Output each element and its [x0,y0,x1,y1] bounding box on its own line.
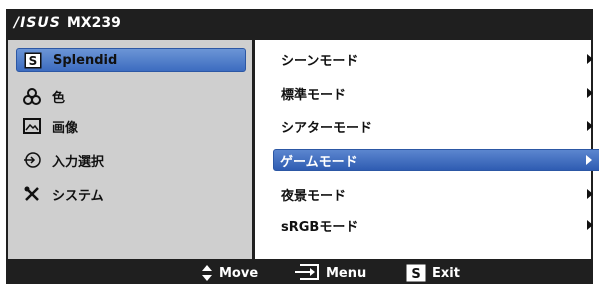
submenu-panel: シーンモード 標準モード シアターモード ゲームモード 夜景モード sRGBモー… [255,40,599,259]
image-icon [22,117,42,135]
asus-logo: /ISUS [14,15,61,31]
submenu-item-night-view-mode[interactable]: 夜景モード [275,183,599,205]
submenu-item-standard-mode[interactable]: 標準モード [275,82,599,104]
move-label: Move [219,265,259,281]
footer-bar: Move Menu S Exit [6,261,593,284]
up-down-arrow-icon [201,264,213,282]
svg-text:S: S [411,267,420,282]
submenu-item-theater-mode[interactable]: シアターモード [275,115,599,137]
system-tools-icon [22,185,42,203]
exit-hint: S Exit [406,264,460,282]
submenu-item-label: 標準モード [281,87,347,103]
color-icon [22,87,42,105]
arrow-right-icon [587,220,593,230]
arrow-right-icon [587,88,593,98]
menu-hint: Menu [294,264,366,282]
submenu-item-label: sRGBモード [281,219,359,235]
menu-item-label: 画像 [52,120,79,136]
menu-item-label: 色 [52,90,66,106]
enter-icon [294,264,320,282]
arrow-right-icon [587,121,593,131]
menu-item-label: 入力選択 [52,154,105,170]
menu-item-input-select[interactable]: 入力選択 [16,148,246,172]
submenu-item-game-mode[interactable]: ゲームモード [273,149,599,171]
menu-item-label: Splendid [53,52,118,68]
submenu-item-label: シーンモード [281,53,359,69]
menu-item-label: システム [52,188,104,204]
submenu-item-label: シアターモード [281,120,373,136]
svg-text:S: S [29,54,38,68]
arrow-right-icon [587,189,593,199]
arrow-right-icon [586,155,592,165]
exit-label: Exit [432,265,460,281]
submenu-item-label: 夜景モード [281,188,347,204]
osd-menu: /ISUS MX239 S Splendid 色 画像 入力選択 システム シー… [6,9,599,284]
move-hint: Move [201,264,258,282]
input-select-icon [22,151,42,169]
menu-item-splendid[interactable]: S Splendid [16,48,246,72]
menu-item-image[interactable]: 画像 [16,114,246,138]
menu-item-system[interactable]: システム [16,182,246,206]
main-menu-panel: S Splendid 色 画像 入力選択 システム [8,40,252,259]
submenu-item-srgb-mode[interactable]: sRGBモード [275,214,599,236]
submenu-item-scene-mode[interactable]: シーンモード [275,48,599,70]
menu-item-color[interactable]: 色 [16,84,246,108]
arrow-right-icon [587,54,593,64]
submenu-item-label: ゲームモード [280,154,358,170]
model-name: MX239 [66,15,121,31]
splendid-key-icon: S [406,264,426,282]
title-bar: /ISUS MX239 [6,9,593,37]
splendid-icon: S [23,51,43,69]
menu-label: Menu [326,265,367,281]
